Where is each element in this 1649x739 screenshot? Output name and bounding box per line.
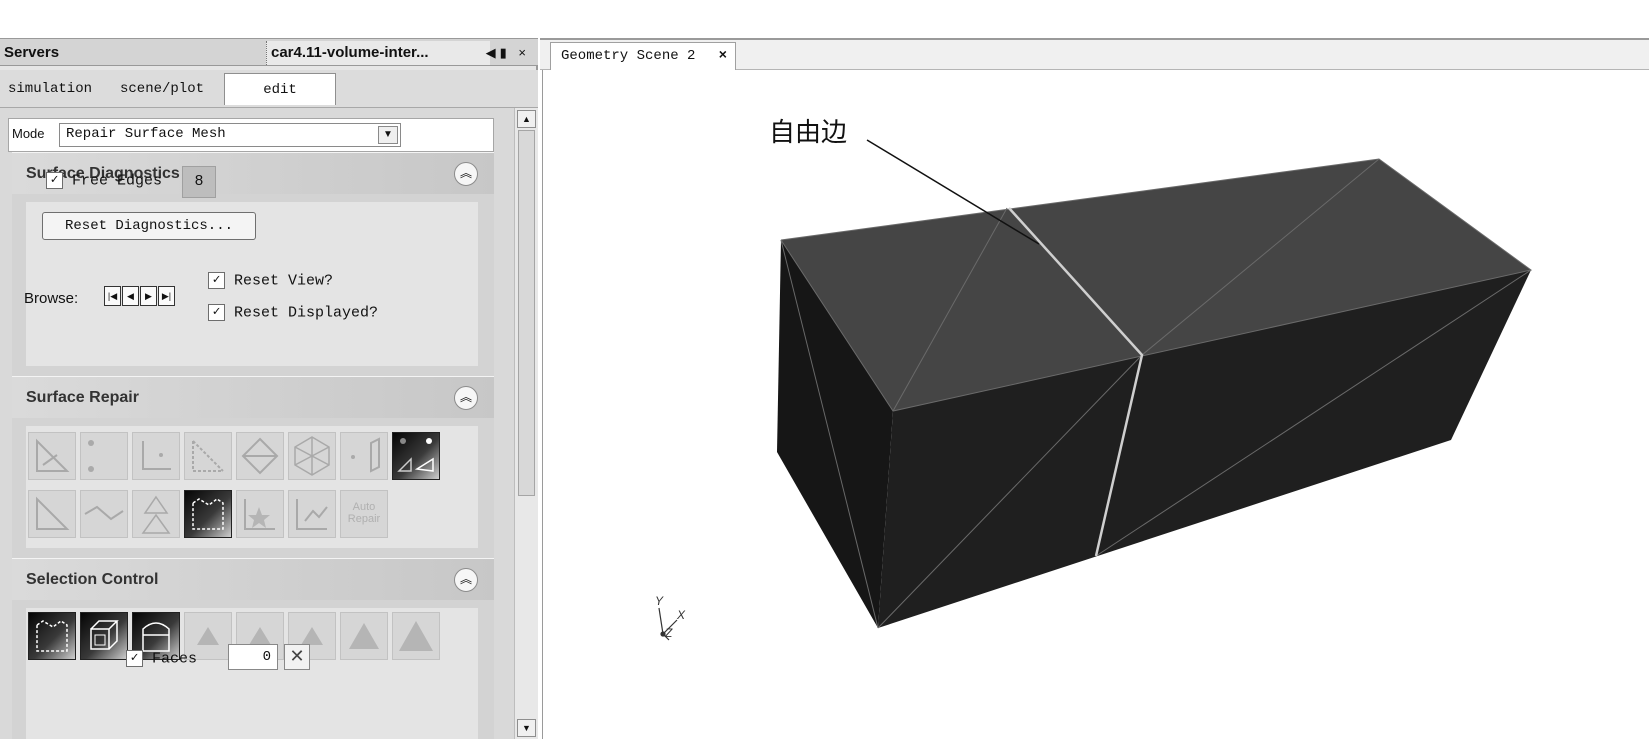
mode-label: Mode [12,126,45,141]
free-edges-count: 8 [182,166,216,198]
reset-displayed-checkbox[interactable]: ✓ [208,304,225,321]
free-edges-option[interactable]: ✓ Free Edges [46,172,162,189]
tab-scene-plot[interactable]: scene/plot [120,73,204,105]
free-edges-checkbox[interactable]: ✓ [46,172,63,189]
faces-option[interactable]: ✓ Faces [126,650,197,667]
tab-simulation-file[interactable]: car4.11-volume-inter... [266,41,490,65]
repair-tool-2-icon[interactable] [80,432,128,480]
surface-repair-header[interactable]: Surface Repair ︽ [12,376,494,418]
last-icon[interactable]: ▶| [158,286,175,306]
select-parts-icon[interactable] [80,612,128,660]
repair-tool-5-icon[interactable] [236,432,284,480]
select-tool-7-icon[interactable] [340,612,388,660]
mode-row: Mode Repair Surface Mesh ▼ [8,118,494,152]
free-edges-label: Free Edges [72,172,163,190]
repair-tool-10-icon[interactable] [80,490,128,538]
repair-tool-3-icon[interactable] [132,432,180,480]
scene-tab-bar: Geometry Scene 2 × [540,38,1649,70]
reset-diagnostics-button[interactable]: Reset Diagnostics... [42,212,256,240]
repair-tool-11-icon[interactable] [132,490,180,538]
reset-view-option[interactable]: ✓ Reset View? [208,272,333,289]
faces-label: Faces [152,650,198,668]
section-title: Selection Control [26,571,159,588]
reset-displayed-label: Reset Displayed? [234,304,379,322]
clear-selection-icon[interactable]: ✕ [284,644,310,670]
repair-tool-8-icon[interactable] [392,432,440,480]
collapse-icon[interactable]: ︽ [454,568,478,592]
scene-panel: Geometry Scene 2 × 自由边 Y X Z [540,38,1649,739]
axis-z-label: Z [665,626,673,640]
tab-edit[interactable]: edit [224,73,336,105]
tab-servers[interactable]: Servers [4,41,264,65]
first-icon[interactable]: |◀ [104,286,121,306]
select-tool-8-icon[interactable] [392,612,440,660]
scene-tab-label: Geometry Scene 2 [561,48,696,64]
reset-view-checkbox[interactable]: ✓ [208,272,225,289]
mode-value: Repair Surface Mesh [66,126,226,142]
subtab-bar: simulation scene/plot edit [0,70,538,108]
repair-tool-6-icon[interactable] [288,432,336,480]
left-panel: Servers car4.11-volume-inter... ◀▮ × sim… [0,38,538,739]
scroll-up-icon[interactable]: ▲ [517,110,536,128]
collapse-icon[interactable]: ︽ [454,162,478,186]
annotation-label: 自由边 [769,118,848,148]
repair-tool-4-icon[interactable] [184,432,232,480]
reset-displayed-option[interactable]: ✓ Reset Displayed? [208,304,378,321]
repair-tool-13-icon[interactable] [236,490,284,538]
graphics-viewport[interactable]: 自由边 Y X Z [542,70,1647,739]
panel-tab-bar: Servers car4.11-volume-inter... ◀▮ × [0,38,538,66]
browse-label: Browse: [24,290,79,307]
axis-y-label: Y [655,594,664,608]
faces-count-field[interactable]: 0 [228,644,278,670]
scroll-down-icon[interactable]: ▼ [517,719,536,737]
browse-controls: |◀ ◀ ▶ ▶| [104,286,176,306]
select-edges-icon[interactable] [28,612,76,660]
tab-geometry-scene[interactable]: Geometry Scene 2 × [550,42,736,70]
chevron-down-icon[interactable]: ▼ [378,126,398,144]
repair-tool-12-icon[interactable] [184,490,232,538]
faces-checkbox[interactable]: ✓ [126,650,143,667]
close-icon[interactable]: × [719,43,727,69]
next-icon[interactable]: ▶ [140,286,157,306]
section-title: Surface Repair [26,389,139,406]
repair-tool-7-icon[interactable] [340,432,388,480]
mode-select[interactable]: Repair Surface Mesh ▼ [59,123,401,147]
repair-tool-9-icon[interactable] [28,490,76,538]
selection-control-header[interactable]: Selection Control ︽ [12,558,494,600]
scroll-thumb[interactable] [518,130,535,496]
tab-controls[interactable]: ◀▮ × [486,41,530,65]
axis-x-label: X [677,608,686,622]
collapse-icon[interactable]: ︽ [454,386,478,410]
auto-repair-button[interactable]: Auto Repair [340,490,388,538]
scrollbar[interactable]: ▲ ▼ [514,108,538,739]
reset-view-label: Reset View? [234,272,334,290]
previous-icon[interactable]: ◀ [122,286,139,306]
repair-tool-14-icon[interactable] [288,490,336,538]
repair-tool-1-icon[interactable] [28,432,76,480]
tab-simulation[interactable]: simulation [8,73,92,105]
geometry-scene-canvas[interactable] [543,70,1648,739]
